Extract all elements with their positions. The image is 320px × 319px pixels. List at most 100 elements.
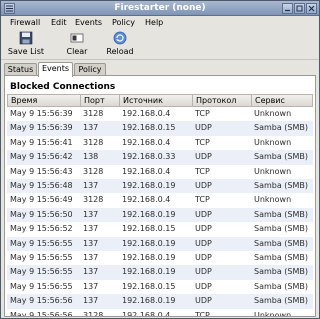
menu-help[interactable]: Help [145,17,163,29]
table-row[interactable]: May 9 15:56:52 137 192.168.0.15 UDP Samba (S… [7,222,313,237]
title-bar[interactable]: Firestarter (none) [1,1,319,16]
table-cell: Samba (SMB) [254,123,309,133]
table-cell: 192.168.0.4 [122,195,171,205]
toolbar: Save List Clear Reload [1,30,319,60]
table-cell: 138 [83,152,99,162]
blocked-connections-table[interactable]: Время Порт Источник Протокол Сервис May … [7,94,313,316]
table-cell: 137 [83,281,99,291]
table-cell: May 9 15:56:39 [10,109,73,118]
clear-icon [70,33,84,43]
table-cell: 3128 [83,310,104,316]
table-cell: May 9 15:56:39 [10,123,73,133]
table-cell: May 9 15:56:55 [10,253,73,262]
window-title: Firestarter (none) [114,3,206,13]
table-row[interactable]: May 9 15:56:56 3128 192.168.0.4 TCP Unknown [7,308,313,316]
table-cell: 192.168.0.19 [122,267,176,277]
table-cell: 137 [83,238,99,248]
table-row[interactable]: May 9 15:56:43 3128 192.168.0.4 TCP Unknown [7,164,313,179]
tab-policy-label: Policy [78,65,102,74]
table-cell: 192.168.0.19 [122,296,176,306]
table-cell: UDP [195,224,212,234]
table-cell: Samba (SMB) [254,224,309,234]
close-icon[interactable] [306,3,317,14]
table-cell: Unknown [254,137,292,147]
maximize-icon[interactable] [294,3,305,14]
table-cell: Samba (SMB) [254,209,309,219]
table-row[interactable]: May 9 15:56:55 137 192.168.0.19 UDP Samba (S… [7,265,313,280]
table-row[interactable]: May 9 15:56:50 137 192.168.0.19 UDP Samba (S… [7,207,313,223]
menu-firewall[interactable]: Firewall [10,17,40,29]
table-cell: UDP [195,296,212,306]
minimize-icon[interactable] [282,3,293,14]
window-menu-icon[interactable] [4,3,15,14]
table-cell: 192.168.0.19 [122,181,176,190]
table-row[interactable]: May 9 15:56:55 137 192.168.0.19 UDP Samba (S… [7,236,313,251]
table-cell: May 9 15:56:52 [10,224,73,234]
table-row[interactable]: May 9 15:56:56 137 192.168.0.19 UDP Samba (S… [7,294,313,309]
table-cell: May 9 15:56:56 [10,310,73,316]
table-cell: May 9 15:56:42 [10,152,73,162]
table-header: Время Порт Источник Протокол Сервис [7,94,313,107]
table-cell: May 9 15:56:43 [10,166,73,176]
table-cell: UDP [195,253,212,262]
table-cell: Unknown [254,109,292,118]
table-cell: May 9 15:56:49 [10,195,73,205]
table-cell: 192.168.0.19 [122,238,176,248]
table-cell: 192.168.0.15 [122,224,176,234]
table-cell: 192.168.0.15 [122,281,176,291]
table-cell: 137 [83,224,99,234]
table-cell: TCP [195,137,210,147]
table-cell: 3128 [83,166,104,176]
reload-label: Reload [106,47,134,56]
clear-button[interactable]: Clear [61,31,93,59]
table-cell: May 9 15:56:55 [10,238,73,248]
column-source[interactable]: Источник [120,95,193,106]
table-cell: UDP [195,267,212,277]
column-service[interactable]: Сервис [252,95,313,106]
table-cell: TCP [195,109,210,118]
table-cell: 192.168.0.4 [122,109,171,118]
section-title: Blocked Connections [10,82,116,92]
table-cell: May 9 15:56:41 [10,137,73,147]
table-cell: Unknown [254,310,292,316]
table-cell: Unknown [254,166,292,176]
table-cell: Samba (SMB) [254,267,309,277]
table-row[interactable]: May 9 15:56:55 137 192.168.0.19 UDP Samba (S… [7,251,313,266]
table-row[interactable]: May 9 15:56:55 137 192.168.0.15 UDP Samba (S… [7,279,313,295]
menu-edit[interactable]: Edit [51,17,67,29]
table-cell: May 9 15:56:56 [10,296,73,306]
tab-status-label: Status [7,65,34,74]
tab-events[interactable]: Events [38,62,73,77]
column-time[interactable]: Время [8,95,81,106]
table-row[interactable]: May 9 15:56:49 3128 192.168.0.4 TCP Unknown [7,193,313,208]
table-row[interactable]: May 9 15:56:39 3128 192.168.0.4 TCP Unknown [7,107,313,122]
events-panel: Blocked Connections Время Порт Источник … [4,75,316,317]
table-row[interactable]: May 9 15:56:41 3128 192.168.0.4 TCP Unknown [7,135,313,151]
table-row[interactable]: May 9 15:56:48 137 192.168.0.19 UDP Samba (S… [7,179,313,194]
table-cell: UDP [195,181,212,190]
table-cell: UDP [195,281,212,291]
table-cell: Unknown [254,195,292,205]
menu-policy[interactable]: Policy [112,17,135,29]
table-cell: 192.168.0.19 [122,253,176,262]
table-cell: Samba (SMB) [254,253,309,262]
table-cell: 137 [83,267,99,277]
save-list-label: Save List [7,47,45,56]
save-list-button[interactable]: Save List [7,31,45,59]
table-row[interactable]: May 9 15:56:39 137 192.168.0.15 UDP Samba (S… [7,121,313,136]
reload-icon [113,31,127,45]
column-port[interactable]: Порт [81,95,120,106]
table-cell: 3128 [83,109,104,118]
column-protocol[interactable]: Протокол [193,95,252,106]
table-row[interactable]: May 9 15:56:42 138 192.168.0.33 UDP Samba (S… [7,150,313,165]
table-cell: 137 [83,123,99,133]
table-cell: UDP [195,238,212,248]
table-cell: May 9 15:56:50 [10,209,73,219]
table-cell: UDP [195,209,212,219]
table-cell: May 9 15:56:55 [10,267,73,277]
table-cell: UDP [195,123,212,133]
menu-events[interactable]: Events [75,17,102,29]
table-cell: May 9 15:56:55 [10,281,73,291]
save-icon [19,31,33,45]
reload-button[interactable]: Reload [103,31,137,59]
